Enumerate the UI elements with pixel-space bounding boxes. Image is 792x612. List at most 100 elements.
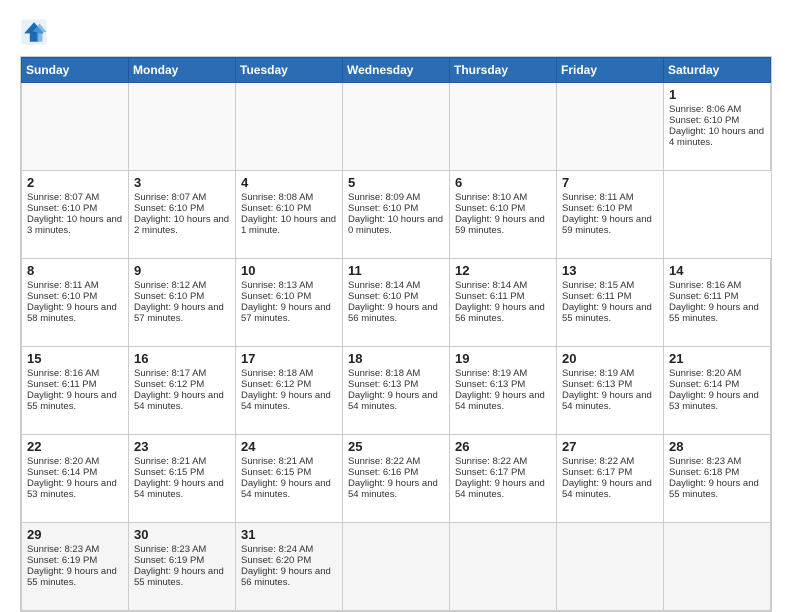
sunset-text: Sunset: 6:19 PM bbox=[27, 555, 123, 566]
calendar-cell: 15Sunrise: 8:16 AMSunset: 6:11 PMDayligh… bbox=[22, 347, 129, 435]
daylight-text: Daylight: 9 hours and 54 minutes. bbox=[241, 390, 337, 412]
daylight-text: Daylight: 10 hours and 3 minutes. bbox=[27, 214, 123, 236]
day-of-week-friday: Friday bbox=[557, 58, 664, 83]
sunset-text: Sunset: 6:19 PM bbox=[134, 555, 230, 566]
day-of-week-saturday: Saturday bbox=[664, 58, 771, 83]
sunrise-text: Sunrise: 8:23 AM bbox=[27, 544, 123, 555]
sunrise-text: Sunrise: 8:16 AM bbox=[669, 280, 765, 291]
sunrise-text: Sunrise: 8:24 AM bbox=[241, 544, 337, 555]
calendar-cell bbox=[450, 523, 557, 611]
day-number: 9 bbox=[134, 263, 230, 278]
sunrise-text: Sunrise: 8:18 AM bbox=[241, 368, 337, 379]
sunrise-text: Sunrise: 8:22 AM bbox=[455, 456, 551, 467]
header bbox=[20, 18, 772, 46]
week-row-1: 2Sunrise: 8:07 AMSunset: 6:10 PMDaylight… bbox=[22, 171, 771, 259]
sunrise-text: Sunrise: 8:22 AM bbox=[562, 456, 658, 467]
calendar-cell: 4Sunrise: 8:08 AMSunset: 6:10 PMDaylight… bbox=[236, 171, 343, 259]
day-number: 31 bbox=[241, 527, 337, 542]
calendar-cell: 11Sunrise: 8:14 AMSunset: 6:10 PMDayligh… bbox=[343, 259, 450, 347]
calendar-cell: 22Sunrise: 8:20 AMSunset: 6:14 PMDayligh… bbox=[22, 435, 129, 523]
sunrise-text: Sunrise: 8:15 AM bbox=[562, 280, 658, 291]
daylight-text: Daylight: 9 hours and 55 minutes. bbox=[669, 302, 765, 324]
day-number: 18 bbox=[348, 351, 444, 366]
calendar-cell: 6Sunrise: 8:10 AMSunset: 6:10 PMDaylight… bbox=[450, 171, 557, 259]
day-number: 14 bbox=[669, 263, 765, 278]
sunset-text: Sunset: 6:11 PM bbox=[669, 291, 765, 302]
sunrise-text: Sunrise: 8:21 AM bbox=[241, 456, 337, 467]
calendar-cell: 7Sunrise: 8:11 AMSunset: 6:10 PMDaylight… bbox=[557, 171, 664, 259]
calendar-cell: 18 Sunrise: 8:18 AMSunset: 6:13 PMDayligh… bbox=[343, 347, 450, 435]
calendar-cell bbox=[343, 83, 450, 171]
day-number: 4 bbox=[241, 175, 337, 190]
daylight-text: Daylight: 9 hours and 54 minutes. bbox=[562, 390, 658, 412]
calendar-cell: 8Sunrise: 8:11 AMSunset: 6:10 PMDaylight… bbox=[22, 259, 129, 347]
daylight-text: Daylight: 9 hours and 56 minutes. bbox=[455, 302, 551, 324]
week-row-2: 8Sunrise: 8:11 AMSunset: 6:10 PMDaylight… bbox=[22, 259, 771, 347]
sunrise-text: Sunrise: 8:19 AM bbox=[455, 368, 551, 379]
day-number: 28 bbox=[669, 439, 765, 454]
calendar-cell: 19Sunrise: 8:19 AMSunset: 6:13 PMDayligh… bbox=[450, 347, 557, 435]
sunrise-text: Sunrise: 8:09 AM bbox=[348, 192, 444, 203]
calendar-cell: 29Sunrise: 8:23 AMSunset: 6:19 PMDayligh… bbox=[22, 523, 129, 611]
week-row-0: 1Sunrise: 8:06 AMSunset: 6:10 PMDaylight… bbox=[22, 83, 771, 171]
daylight-text: Daylight: 9 hours and 54 minutes. bbox=[348, 390, 444, 412]
daylight-text: Daylight: 9 hours and 54 minutes. bbox=[455, 478, 551, 500]
day-of-week-wednesday: Wednesday bbox=[343, 58, 450, 83]
calendar-cell: 27Sunrise: 8:22 AMSunset: 6:17 PMDayligh… bbox=[557, 435, 664, 523]
daylight-text: Daylight: 9 hours and 57 minutes. bbox=[134, 302, 230, 324]
calendar-cell: 12Sunrise: 8:14 AMSunset: 6:11 PMDayligh… bbox=[450, 259, 557, 347]
sunset-text: Sunset: 6:10 PM bbox=[134, 203, 230, 214]
sunrise-text: Sunrise: 8:11 AM bbox=[27, 280, 123, 291]
calendar-cell: 3Sunrise: 8:07 AMSunset: 6:10 PMDaylight… bbox=[129, 171, 236, 259]
day-of-week-thursday: Thursday bbox=[450, 58, 557, 83]
sunset-text: Sunset: 6:10 PM bbox=[348, 203, 444, 214]
calendar-cell: 17Sunrise: 8:18 AMSunset: 6:12 PMDayligh… bbox=[236, 347, 343, 435]
day-number: 19 bbox=[455, 351, 551, 366]
day-number: 17 bbox=[241, 351, 337, 366]
sunset-text: Sunset: 6:13 PM bbox=[348, 379, 444, 390]
calendar-cell bbox=[22, 83, 129, 171]
calendar-cell: 9Sunrise: 8:12 AMSunset: 6:10 PMDaylight… bbox=[129, 259, 236, 347]
daylight-text: Daylight: 9 hours and 54 minutes. bbox=[348, 478, 444, 500]
sunset-text: Sunset: 6:10 PM bbox=[134, 291, 230, 302]
day-number: 29 bbox=[27, 527, 123, 542]
sunset-text: Sunset: 6:10 PM bbox=[455, 203, 551, 214]
calendar-cell: 25 Sunrise: 8:22 AMSunset: 6:16 PMDayligh… bbox=[343, 435, 450, 523]
sunset-text: Sunset: 6:10 PM bbox=[669, 115, 765, 126]
sunset-text: Sunset: 6:20 PM bbox=[241, 555, 337, 566]
daylight-text: Daylight: 9 hours and 56 minutes. bbox=[348, 302, 444, 324]
sunset-text: Sunset: 6:13 PM bbox=[455, 379, 551, 390]
day-number: 12 bbox=[455, 263, 551, 278]
page: SundayMondayTuesdayWednesdayThursdayFrid… bbox=[0, 0, 792, 612]
calendar-cell bbox=[557, 523, 664, 611]
day-number: 25 bbox=[348, 439, 444, 454]
sunset-text: Sunset: 6:10 PM bbox=[27, 203, 123, 214]
logo bbox=[20, 18, 52, 46]
sunrise-text: Sunrise: 8:13 AM bbox=[241, 280, 337, 291]
sunset-text: Sunset: 6:17 PM bbox=[562, 467, 658, 478]
sunset-text: Sunset: 6:10 PM bbox=[241, 291, 337, 302]
daylight-text: Daylight: 10 hours and 4 minutes. bbox=[669, 126, 765, 148]
sunset-text: Sunset: 6:16 PM bbox=[348, 467, 444, 478]
sunrise-text: Sunrise: 8:18 AM bbox=[348, 368, 444, 379]
day-number: 6 bbox=[455, 175, 551, 190]
sunset-text: Sunset: 6:11 PM bbox=[27, 379, 123, 390]
calendar-cell: 5Sunrise: 8:09 AMSunset: 6:10 PMDaylight… bbox=[343, 171, 450, 259]
calendar-body: 1Sunrise: 8:06 AMSunset: 6:10 PMDaylight… bbox=[22, 83, 771, 611]
calendar-cell bbox=[236, 83, 343, 171]
calendar-cell: 20Sunrise: 8:19 AMSunset: 6:13 PMDayligh… bbox=[557, 347, 664, 435]
sunrise-text: Sunrise: 8:06 AM bbox=[669, 104, 765, 115]
calendar: SundayMondayTuesdayWednesdayThursdayFrid… bbox=[20, 56, 772, 612]
day-number: 15 bbox=[27, 351, 123, 366]
calendar-cell bbox=[129, 83, 236, 171]
daylight-text: Daylight: 9 hours and 55 minutes. bbox=[562, 302, 658, 324]
sunrise-text: Sunrise: 8:08 AM bbox=[241, 192, 337, 203]
header-row: SundayMondayTuesdayWednesdayThursdayFrid… bbox=[22, 58, 771, 83]
daylight-text: Daylight: 9 hours and 54 minutes. bbox=[562, 478, 658, 500]
sunrise-text: Sunrise: 8:22 AM bbox=[348, 456, 444, 467]
day-of-week-sunday: Sunday bbox=[22, 58, 129, 83]
calendar-cell: 13Sunrise: 8:15 AMSunset: 6:11 PMDayligh… bbox=[557, 259, 664, 347]
calendar-cell: 31Sunrise: 8:24 AMSunset: 6:20 PMDayligh… bbox=[236, 523, 343, 611]
calendar-cell bbox=[664, 523, 771, 611]
calendar-cell: 14 Sunrise: 8:16 AMSunset: 6:11 PMDayligh… bbox=[664, 259, 771, 347]
